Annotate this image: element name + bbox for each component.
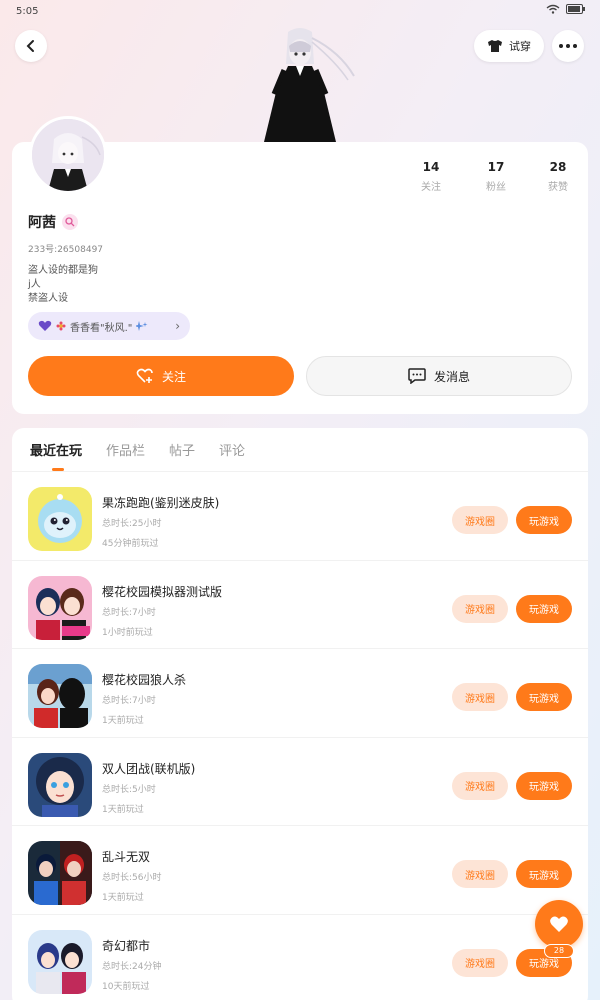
game-icon-image [28,575,92,640]
send-message-button[interactable]: 发消息 [306,356,572,396]
play-game-button[interactable]: 玩游戏 [516,683,572,711]
game-name: 樱花校园狼人杀 [102,673,187,687]
game-name: 乱斗无双 [102,850,151,864]
game-circle-button[interactable]: 游戏圈 [452,506,508,534]
game-icon-image [28,664,92,728]
chevron-left-icon [26,40,34,52]
stat-label: 粉丝 [486,182,506,193]
game-total-playtime: 总时长:5小时 [102,784,156,795]
more-options-button[interactable] [552,30,584,62]
stat-followers[interactable]: 17 粉丝 [468,160,524,193]
game-circle-button[interactable]: 游戏圈 [452,594,508,623]
heart-icon [550,916,568,932]
game-name: 果冻跑跑(鉴别迷皮肤) [102,496,220,510]
game-name: 樱花校园模拟器测试版 [102,584,223,599]
game-row[interactable]: 乱斗无双 总时长:56小时 1天前玩过 游戏圈 玩游戏 [12,826,588,915]
play-game-button[interactable]: 玩游戏 [516,860,572,888]
game-last-played: 10天前玩过 [102,981,150,992]
wifi-icon [546,4,560,14]
stat-following[interactable]: 14 关注 [403,160,459,193]
follow-button[interactable]: 关注 [28,356,294,396]
status-tag-text: 香香看"秋风." [70,322,133,334]
stat-label: 关注 [421,182,441,193]
play-game-button[interactable]: 玩游戏 [516,506,572,534]
game-total-playtime: 总时长:25小时 [102,519,162,529]
flower-icon [56,321,66,331]
play-game-button[interactable]: 玩游戏 [516,594,572,623]
avatar-image [32,119,104,191]
game-total-playtime: 总时长:24分钟 [102,961,162,972]
tab-comments[interactable]: 评论 [219,440,245,459]
stat-value: 28 [549,160,567,174]
user-id: 233号:26508497 [28,245,104,255]
username-row: 阿茜 [28,212,78,232]
profile-tabs: 最近在玩 作品栏 帖子 评论 [12,428,588,472]
tab-posts[interactable]: 帖子 [169,440,195,459]
bio: 盗人设的都是狗 j人 禁盗人设 [28,264,98,306]
bio-line: 盗人设的都是狗 [28,265,98,276]
stat-value: 14 [422,160,440,174]
tab-recently-played[interactable]: 最近在玩 [30,440,82,459]
like-count-badge: 28 [544,944,574,958]
stat-value: 17 [487,160,505,174]
game-last-played: 1天前玩过 [102,716,144,726]
chevron-right-icon: › [175,319,180,333]
game-row[interactable]: 奇幻都市 总时长:24分钟 10天前玩过 游戏圈 玩游戏 [12,915,588,1000]
active-tab-indicator [52,468,64,471]
game-icon-image [28,929,92,994]
stat-label: 获赞 [548,182,568,193]
game-icon-image [28,841,92,905]
search-badge-icon[interactable] [62,214,78,230]
game-row[interactable]: 樱花校园模拟器测试版 总时长:7小时 1小时前玩过 游戏圈 玩游戏 [12,561,588,649]
game-name: 双人团战(联机版) [102,761,196,776]
game-circle-button[interactable]: 游戏圈 [452,771,508,800]
follow-label: 关注 [161,369,186,384]
game-circle-button[interactable]: 游戏圈 [452,860,508,888]
sparkle-icon [136,321,148,331]
send-message-label: 发消息 [433,369,470,384]
heart-plus-icon [136,368,153,383]
message-bubble-icon [408,368,426,384]
back-button[interactable] [15,30,47,62]
shirt-icon [488,40,502,52]
game-icon-image [28,752,92,817]
tab-works[interactable]: 作品栏 [106,440,145,459]
game-icon-image [28,487,92,551]
username: 阿茜 [28,215,56,231]
game-total-playtime: 总时长:7小时 [102,696,156,706]
status-tag-pill[interactable]: 香香看"秋风." › [28,312,190,340]
game-last-played: 1小时前玩过 [102,627,153,638]
purple-heart-icon [38,320,52,331]
game-circle-button[interactable]: 游戏圈 [452,948,508,977]
status-icons [546,4,586,14]
try-outfit-label: 试穿 [509,40,531,53]
game-name: 奇幻都市 [102,938,151,953]
status-time: 5:05 [16,6,39,17]
more-dots-icon [559,44,577,48]
avatar[interactable] [29,116,107,194]
battery-icon [566,4,585,14]
bio-line: j人 [28,279,41,290]
game-total-playtime: 总时长:56小时 [102,873,162,883]
floating-like-button[interactable] [535,900,583,948]
game-last-played: 45分钟前玩过 [102,539,159,549]
profile-card: 14 关注 17 粉丝 28 获赞 阿茜 233号:26508497 盗人设的都… [12,116,588,414]
game-total-playtime: 总时长:7小时 [102,607,156,618]
try-outfit-button[interactable]: 试穿 [474,30,544,62]
game-last-played: 1天前玩过 [102,893,144,903]
game-row[interactable]: 双人团战(联机版) 总时长:5小时 1天前玩过 游戏圈 玩游戏 [12,738,588,826]
bio-line: 禁盗人设 [28,293,68,304]
game-last-played: 1天前玩过 [102,804,144,815]
game-row[interactable]: 樱花校园狼人杀 总时长:7小时 1天前玩过 游戏圈 玩游戏 [12,649,588,738]
play-game-button[interactable]: 玩游戏 [516,771,572,800]
status-bar: 5:05 [0,0,600,24]
game-row[interactable]: 果冻跑跑(鉴别迷皮肤) 总时长:25小时 45分钟前玩过 游戏圈 玩游戏 [12,472,588,561]
stat-likes[interactable]: 28 获赞 [530,160,586,193]
game-circle-button[interactable]: 游戏圈 [452,683,508,711]
character-figure-image [264,28,355,142]
recent-games-card: 最近在玩 作品栏 帖子 评论 果冻跑跑(鉴别迷皮肤) 总时长:25小时 45分钟… [12,428,588,1000]
